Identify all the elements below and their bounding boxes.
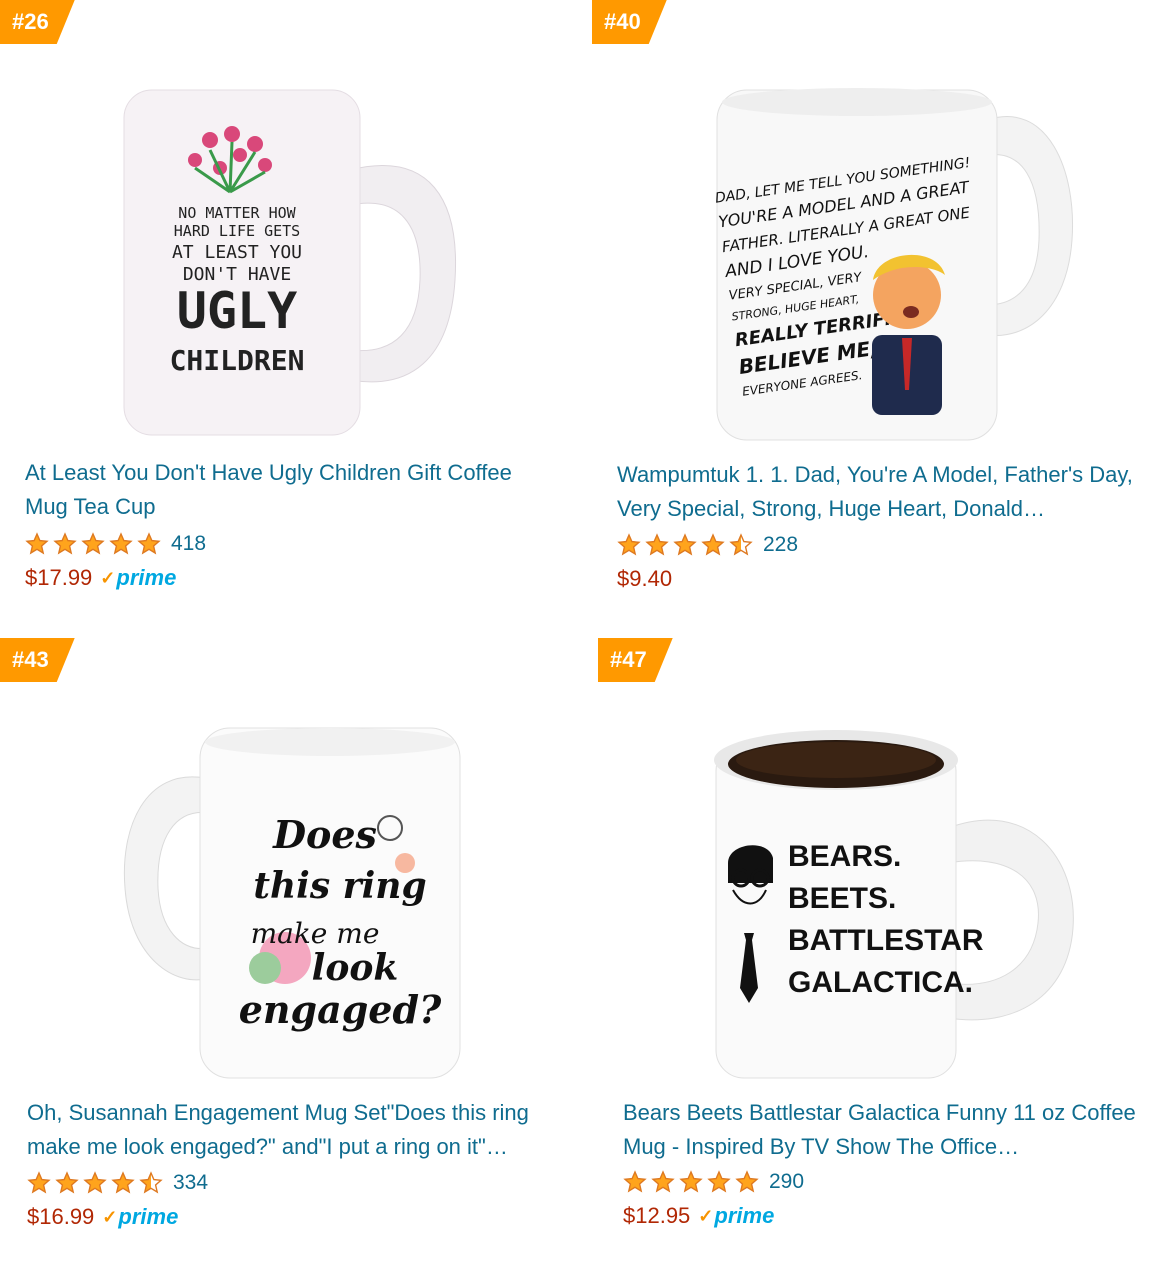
star-icon <box>111 1171 135 1194</box>
star-icon <box>617 533 641 556</box>
prime-check-icon: ✓ <box>100 567 116 588</box>
star-icon <box>83 1171 107 1194</box>
rating[interactable]: 334 <box>27 1171 208 1195</box>
product-card: #43 Does this ring make me look engaged?… <box>0 638 560 1238</box>
product-title-link[interactable]: Wampumtuk 1. 1. Dad, You're A Model, Fat… <box>617 458 1152 526</box>
price-row: $16.99 ✓ prime <box>27 1204 178 1230</box>
star-icon <box>27 1171 51 1194</box>
star-icon <box>651 1170 675 1193</box>
product-card: #40 DAD, LET ME TELL YOU SOMETHING! YOU'… <box>592 0 1152 600</box>
rank-badge: #43 <box>0 638 75 682</box>
star-icon <box>137 532 161 555</box>
price: $16.99 <box>27 1204 95 1229</box>
mug-text-line: NO MATTER HOW <box>178 204 296 222</box>
prime-label: prime <box>118 1204 179 1229</box>
mug-text-line: UGLY <box>177 282 297 340</box>
star-icon <box>645 533 669 556</box>
mug-text-line: look <box>312 947 399 989</box>
prime-badge: ✓ prime <box>698 1203 774 1229</box>
mug-text-line: AT LEAST YOU <box>172 242 302 263</box>
star-rating <box>27 1171 167 1195</box>
mug-text-line: HARD LIFE GETS <box>174 222 300 240</box>
product-image[interactable]: Does this ring make me look engaged? <box>115 718 495 1088</box>
price: $9.40 <box>617 566 673 591</box>
mug-text-line: GALACTICA. <box>788 966 973 999</box>
price: $12.95 <box>623 1203 691 1228</box>
product-image[interactable]: NO MATTER HOW HARD LIFE GETS AT LEAST YO… <box>100 80 480 450</box>
star-icon <box>25 532 49 555</box>
rating[interactable]: 290 <box>623 1170 804 1194</box>
star-rating <box>617 533 757 557</box>
star-rating <box>25 532 165 556</box>
star-icon <box>701 533 725 556</box>
price-row: $9.40 <box>617 566 672 592</box>
price: $17.99 <box>25 565 93 590</box>
price-row: $12.95 ✓ prime <box>623 1203 774 1229</box>
rank-badge: #40 <box>592 0 667 44</box>
star-icon <box>109 532 133 555</box>
star-rating <box>623 1170 763 1194</box>
rank-badge: #26 <box>0 0 75 44</box>
prime-label: prime <box>714 1203 775 1228</box>
star-icon <box>81 532 105 555</box>
star-icon <box>679 1170 703 1193</box>
product-title-link[interactable]: Bears Beets Battlestar Galactica Funny 1… <box>623 1096 1158 1164</box>
prime-badge: ✓ prime <box>102 1204 178 1230</box>
star-icon <box>729 533 753 556</box>
star-icon <box>623 1170 647 1193</box>
review-count[interactable]: 228 <box>763 533 798 557</box>
product-card: #47 BEARS. BEETS. BATTLESTAR GALACTICA. <box>598 638 1158 1238</box>
star-icon <box>735 1170 759 1193</box>
mug-text-line: Does <box>272 812 377 857</box>
prime-check-icon: ✓ <box>102 1206 118 1227</box>
mug-text-line: CHILDREN <box>170 344 305 377</box>
review-count[interactable]: 418 <box>171 532 206 556</box>
rating[interactable]: 418 <box>25 532 206 556</box>
prime-badge: ✓ prime <box>100 565 176 591</box>
mug-text-line: engaged? <box>239 987 442 1032</box>
review-count[interactable]: 334 <box>173 1171 208 1195</box>
star-icon <box>707 1170 731 1193</box>
prime-check-icon: ✓ <box>698 1205 714 1226</box>
star-icon <box>53 532 77 555</box>
prime-label: prime <box>116 565 177 590</box>
mug-text-line: BEETS. <box>788 882 896 915</box>
product-image[interactable]: DAD, LET ME TELL YOU SOMETHING! YOU'RE A… <box>697 80 1077 450</box>
product-card: #26 NO MATTER HOW HARD LIFE GETS AT LEAS… <box>0 0 560 600</box>
mug-text-line: BEARS. <box>788 840 901 873</box>
review-count[interactable]: 290 <box>769 1170 804 1194</box>
mug-text-line: make me <box>251 917 380 950</box>
product-image[interactable]: BEARS. BEETS. BATTLESTAR GALACTICA. <box>708 718 1088 1088</box>
mug-text-line: this ring <box>253 865 426 907</box>
star-icon <box>673 533 697 556</box>
star-icon <box>55 1171 79 1194</box>
star-icon <box>139 1171 163 1194</box>
product-title-link[interactable]: Oh, Susannah Engagement Mug Set"Does thi… <box>27 1096 562 1164</box>
mug-text-line: BATTLESTAR <box>788 924 984 957</box>
price-row: $17.99 ✓ prime <box>25 565 176 591</box>
rank-badge: #47 <box>598 638 673 682</box>
product-title-link[interactable]: At Least You Don't Have Ugly Children Gi… <box>25 456 560 524</box>
rating[interactable]: 228 <box>617 533 798 557</box>
